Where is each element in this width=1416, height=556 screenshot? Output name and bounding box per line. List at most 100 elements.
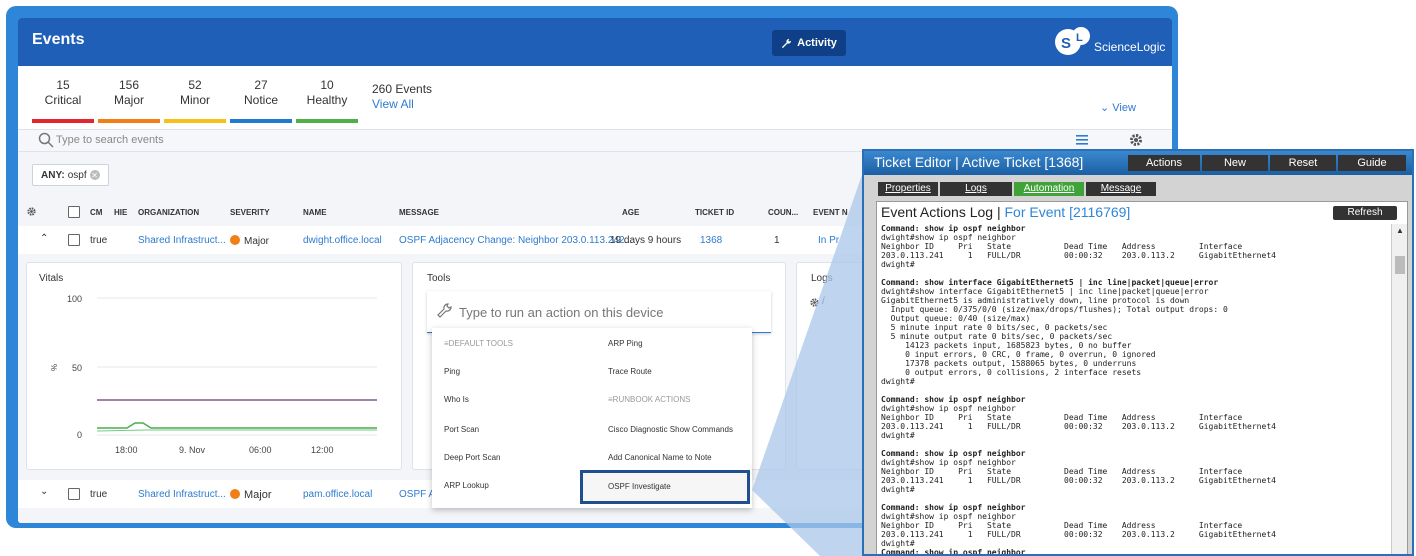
row-checkbox[interactable] — [68, 234, 80, 246]
count-value: 10 — [320, 78, 334, 92]
log-line: dwight#show ip ospf neighbor — [881, 512, 1016, 521]
action-ospf-investigate[interactable]: OSPF Investigate — [580, 470, 750, 504]
severity-dot — [230, 235, 240, 245]
tool-arp-lookup[interactable]: ARP Lookup — [444, 472, 489, 500]
col-ticket-id[interactable]: TICKET ID — [695, 208, 734, 217]
view-all-link[interactable]: View All — [372, 97, 432, 112]
gear-icon[interactable] — [1128, 132, 1144, 148]
scroll-up-icon[interactable]: ▲ — [1396, 226, 1404, 235]
count-major[interactable]: 156 Major — [98, 78, 160, 123]
tool-arp-ping[interactable]: ARP Ping — [608, 330, 643, 358]
reset-button[interactable]: Reset — [1270, 155, 1336, 171]
col-count[interactable]: COUN... — [768, 208, 798, 217]
log-line: 203.0.113.241 1 FULL/DR 00:00:32 203.0.1… — [881, 422, 1276, 431]
cell-organization[interactable]: Shared Infrastruct... — [138, 235, 226, 246]
tool-trace-route[interactable]: Trace Route — [608, 358, 652, 386]
refresh-button[interactable]: Refresh — [1333, 206, 1397, 220]
tab-message[interactable]: Message — [1086, 182, 1156, 196]
tool-ping[interactable]: Ping — [444, 358, 460, 386]
filter-value: ospf — [67, 169, 87, 181]
scroll-thumb[interactable] — [1395, 256, 1405, 274]
action-cisco-diagnostic[interactable]: Cisco Diagnostic Show Commands — [608, 416, 733, 444]
row-checkbox[interactable] — [68, 488, 80, 500]
log-line: Output queue: 0/40 (size/max) — [881, 314, 1031, 323]
col-severity[interactable]: SEVERITY — [230, 208, 270, 217]
tools-title: Tools — [427, 273, 451, 284]
total-events-count: 260 Events — [372, 82, 433, 96]
col-message[interactable]: MESSAGE — [399, 208, 439, 217]
actions-button[interactable]: Actions — [1128, 155, 1200, 171]
log-line: dwight#show interface GigabitEthernet5 |… — [881, 287, 1209, 296]
col-cm[interactable]: CM — [90, 208, 102, 217]
severity-counts-bar: 15 Critical 156 Major 52 Minor 27 Notice… — [18, 66, 1172, 130]
log-line: 14123 packets input, 1685823 bytes, 0 no… — [881, 341, 1132, 350]
cell-organization[interactable]: Shared Infrastruct... — [138, 489, 226, 500]
log-scrollbar[interactable]: ▲ — [1391, 224, 1407, 554]
event-actions-log-panel: Event Actions Log | For Event [2116769] … — [876, 201, 1408, 554]
tool-who-is[interactable]: Who Is — [444, 386, 469, 414]
count-notice[interactable]: 27 Notice — [230, 78, 292, 123]
chevron-down-icon[interactable]: ⌄ — [40, 486, 48, 497]
cell-name[interactable]: dwight.office.local — [303, 235, 382, 246]
activity-label: Activity — [797, 37, 837, 49]
gear-icon[interactable] — [26, 206, 37, 217]
cell-ticket-id[interactable]: 1368 — [700, 235, 722, 246]
x-tick: 12:00 — [311, 445, 334, 455]
ticket-editor-header: Ticket Editor | Active Ticket [1368] Act… — [864, 151, 1412, 175]
guide-button[interactable]: Guide — [1338, 155, 1406, 171]
sl-logo-icon: SL — [1054, 25, 1092, 59]
action-add-canonical-name[interactable]: Add Canonical Name to Note — [608, 444, 712, 472]
count-healthy[interactable]: 10 Healthy — [296, 78, 358, 123]
filter-chip[interactable]: ANY: ospf ✕ — [32, 164, 109, 186]
ticket-editor-title: Ticket Editor | Active Ticket [1368] — [874, 154, 1084, 170]
count-minor[interactable]: 52 Minor — [164, 78, 226, 123]
y-axis-unit: % — [50, 364, 59, 371]
select-all-checkbox[interactable] — [68, 206, 80, 218]
tab-logs[interactable]: Logs — [940, 182, 1012, 196]
gear-icon[interactable] — [809, 297, 820, 308]
count-critical[interactable]: 15 Critical — [32, 78, 94, 123]
chevron-up-icon[interactable]: ⌃ — [40, 233, 48, 244]
log-title: Event Actions Log | For Event [2116769] — [881, 204, 1130, 220]
log-line: Command: show ip ospf neighbor — [881, 395, 1026, 404]
x-tick: 9. Nov — [179, 445, 206, 455]
log-line: Command: show interface GigabitEthernet5… — [881, 278, 1219, 287]
log-line: dwight# — [881, 485, 915, 494]
cell-severity: Major — [230, 489, 272, 501]
log-event-link[interactable]: For Event [2116769] — [1005, 204, 1131, 220]
search-input[interactable]: Type to search events — [56, 134, 164, 146]
logs-divider: / — [822, 296, 825, 307]
filter-key: ANY: — [41, 169, 65, 181]
critical-color-bar — [32, 119, 94, 123]
tab-properties[interactable]: Properties — [878, 182, 938, 196]
close-icon[interactable]: ✕ — [89, 170, 100, 180]
log-line: dwight# — [881, 431, 915, 440]
tab-automation[interactable]: Automation — [1014, 182, 1084, 196]
new-button[interactable]: New — [1202, 155, 1268, 171]
cell-message[interactable]: OSPF Adjacency Change: Neighbor 203.0.11… — [399, 235, 633, 246]
col-age[interactable]: AGE — [622, 208, 639, 217]
wrench-icon — [782, 38, 792, 48]
col-hie[interactable]: HIE — [114, 208, 127, 217]
col-name[interactable]: NAME — [303, 208, 327, 217]
col-organization[interactable]: ORGANIZATION — [138, 208, 199, 217]
tool-deep-port-scan[interactable]: Deep Port Scan — [444, 444, 500, 472]
count-label: Healthy — [306, 93, 348, 107]
cell-message[interactable]: OSPF A — [399, 489, 435, 500]
log-line: Command: show ip ospf neighbor — [881, 449, 1026, 458]
log-line: dwight#show ip ospf neighbor — [881, 458, 1016, 467]
x-tick: 06:00 — [249, 445, 272, 455]
cell-name[interactable]: pam.office.local — [303, 489, 372, 500]
tool-port-scan[interactable]: Port Scan — [444, 416, 479, 444]
log-line: Neighbor ID Pri State Dead Time Address … — [881, 467, 1243, 476]
cell-event-note[interactable]: In Pr — [818, 235, 839, 246]
log-line: Neighbor ID Pri State Dead Time Address … — [881, 413, 1243, 422]
tools-search-input[interactable]: Type to run an action on this device — [427, 291, 771, 333]
activity-button[interactable]: Activity — [772, 30, 846, 56]
col-event-note[interactable]: EVENT N — [813, 208, 848, 217]
log-line: Neighbor ID Pri State Dead Time Address … — [881, 521, 1243, 530]
view-dropdown[interactable]: ⌄ View — [1100, 101, 1136, 114]
count-label: Major — [113, 93, 144, 107]
menu-icon[interactable] — [1075, 133, 1089, 147]
